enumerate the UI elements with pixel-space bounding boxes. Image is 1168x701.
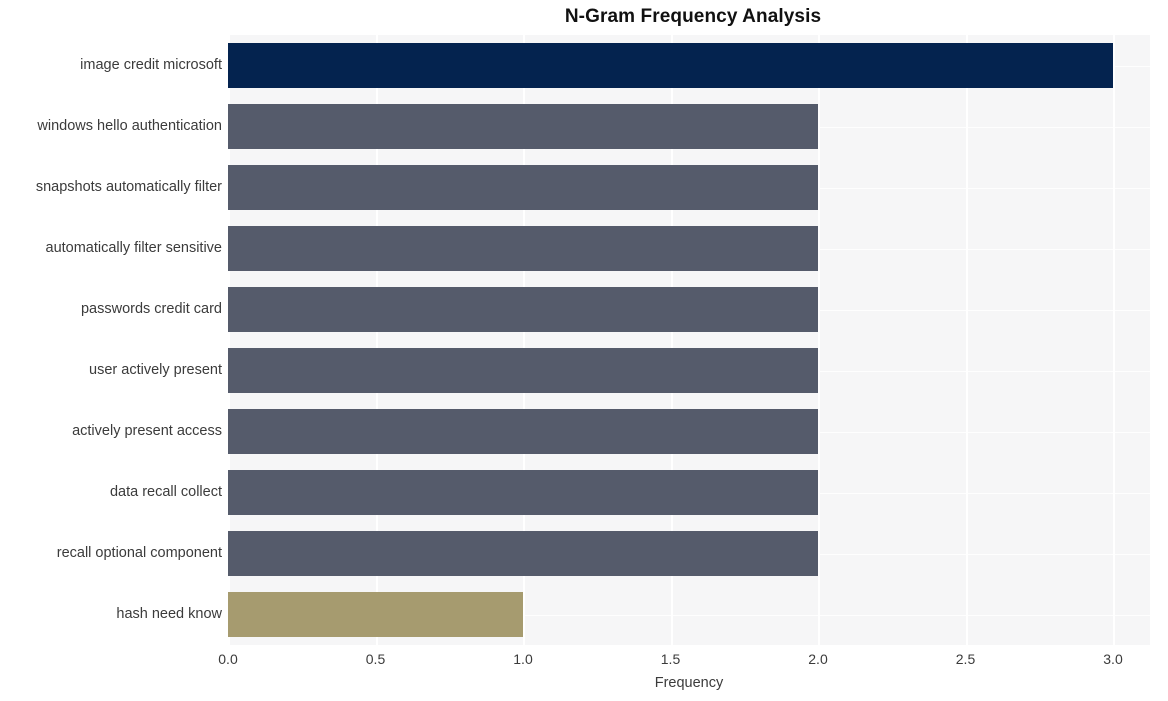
y-axis-tick-label: user actively present [89,362,222,378]
y-axis-tick-label: actively present access [72,423,222,439]
bar[interactable] [228,348,818,393]
y-axis-tick-label: recall optional component [56,545,222,561]
bar[interactable] [228,531,818,576]
x-axis-label: Frequency [654,675,724,691]
x-axis-tick-label: 0.5 [365,651,386,667]
y-axis-tick-label: windows hello authentication [37,118,222,134]
y-axis-tick-label: passwords credit card [80,301,222,317]
x-axis-tick-label: 2.0 [808,651,828,667]
bar[interactable] [228,104,818,149]
x-axis-tick-label: 2.5 [955,651,976,667]
chart-title: N-Gram Frequency Analysis [564,6,822,27]
bar[interactable] [228,470,818,515]
y-axis-tick-label: automatically filter sensitive [45,240,223,256]
y-axis-tick-label: hash need know [116,606,222,622]
bar[interactable] [228,165,818,210]
plot-area [228,35,1150,645]
bar[interactable] [228,43,1113,88]
bar[interactable] [228,226,818,271]
x-axis-tick-label: 1.0 [513,651,533,667]
y-axis-tick-label: data recall collect [109,484,222,500]
bar[interactable] [228,287,818,332]
x-axis-tick-label: 1.5 [660,651,681,667]
x-axis-tick-label: 0.0 [218,651,238,667]
bar[interactable] [228,592,523,637]
y-axis-tick-label: snapshots automatically filter [35,179,222,195]
ngram-frequency-chart: N-Gram Frequency Analysis image credit m… [0,0,1168,701]
bar[interactable] [228,409,818,454]
y-axis-tick-label: image credit microsoft [80,57,222,73]
x-axis-tick-label: 3.0 [1103,651,1123,667]
